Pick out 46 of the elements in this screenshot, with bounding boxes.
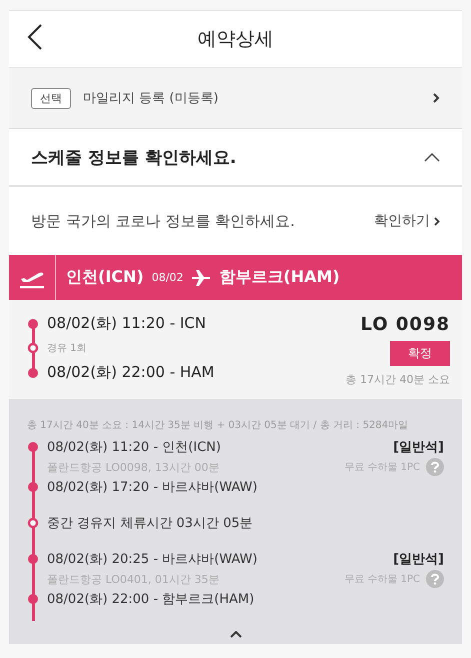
cabin-class: [일반석] bbox=[393, 551, 444, 568]
page-title: 예약상세 bbox=[198, 27, 274, 52]
total-duration: 총 17시간 40분 소요 bbox=[346, 372, 450, 387]
collapse-button[interactable] bbox=[230, 631, 242, 638]
timeline-dot bbox=[27, 366, 39, 378]
arrival-time: 08/02(화) 22:00 - HAM bbox=[47, 363, 214, 382]
departure-time: 08/02(화) 11:20 - 인천(ICN) bbox=[47, 439, 221, 456]
arrival-time: 08/02(화) 22:00 - 함부르크(HAM) bbox=[47, 591, 254, 608]
timeline-dot bbox=[27, 441, 39, 453]
arrival-time: 08/02(화) 17:20 - 바르샤바(WAW) bbox=[47, 479, 258, 496]
departure-time: 08/02(화) 20:25 - 바르샤바(WAW) bbox=[47, 551, 258, 568]
layover-time: 중간 경유지 체류시간 03시간 05분 bbox=[47, 515, 253, 532]
stop-dot bbox=[27, 342, 39, 354]
airplane-icon bbox=[191, 268, 212, 286]
status-badge: 확정 bbox=[390, 341, 450, 366]
back-icon bbox=[27, 23, 43, 51]
stop-dot bbox=[27, 517, 39, 529]
stop-count: 경유 1회 bbox=[47, 342, 87, 355]
schedule-header[interactable]: 스케줄 정보를 확인하세요. bbox=[9, 129, 462, 187]
section-title: 스케줄 정보를 확인하세요. bbox=[31, 146, 238, 168]
timeline-dot bbox=[27, 318, 39, 330]
mileage-row[interactable]: 선택 마일리지 등록 (미등록) bbox=[9, 67, 462, 129]
baggage-allowance: 무료 수하물 1PC bbox=[344, 461, 420, 474]
baggage-allowance: 무료 수하물 1PC bbox=[344, 573, 420, 586]
departure-time: 08/02(화) 11:20 - ICN bbox=[47, 314, 206, 333]
flight-number: LO 0098 bbox=[360, 314, 450, 335]
chevron-right-icon bbox=[434, 216, 440, 226]
timeline-dot bbox=[27, 593, 39, 605]
question-icon bbox=[430, 461, 440, 473]
timeline-dot bbox=[27, 553, 39, 565]
route-date: 08/02 bbox=[152, 271, 184, 284]
confirm-link[interactable]: 확인하기 bbox=[374, 212, 440, 230]
origin-city: 인천(ICN) bbox=[66, 267, 144, 288]
chevron-right-icon bbox=[433, 93, 440, 103]
flight-info: 폴란드항공 LO0098, 13시간 00분 bbox=[47, 460, 220, 474]
cabin-class: [일반석] bbox=[393, 439, 444, 456]
select-tag: 선택 bbox=[31, 88, 71, 108]
destination-city: 함부르크(HAM) bbox=[219, 267, 340, 288]
mileage-label: 마일리지 등록 (미등록) bbox=[83, 90, 220, 107]
timeline-dot bbox=[27, 481, 39, 493]
trip-summary: 총 17시간 40분 소요 : 14시간 35분 비행 + 03시간 05분 대기 / 총 거리 : 5284마일 bbox=[27, 419, 410, 432]
question-icon bbox=[430, 573, 440, 585]
back-button[interactable] bbox=[27, 23, 43, 51]
caret-up-icon bbox=[230, 631, 242, 638]
corona-notice: 방문 국가의 코로나 정보를 확인하세요. bbox=[31, 212, 296, 230]
flight-info: 폴란드항공 LO0401, 01시간 35분 bbox=[47, 572, 220, 586]
